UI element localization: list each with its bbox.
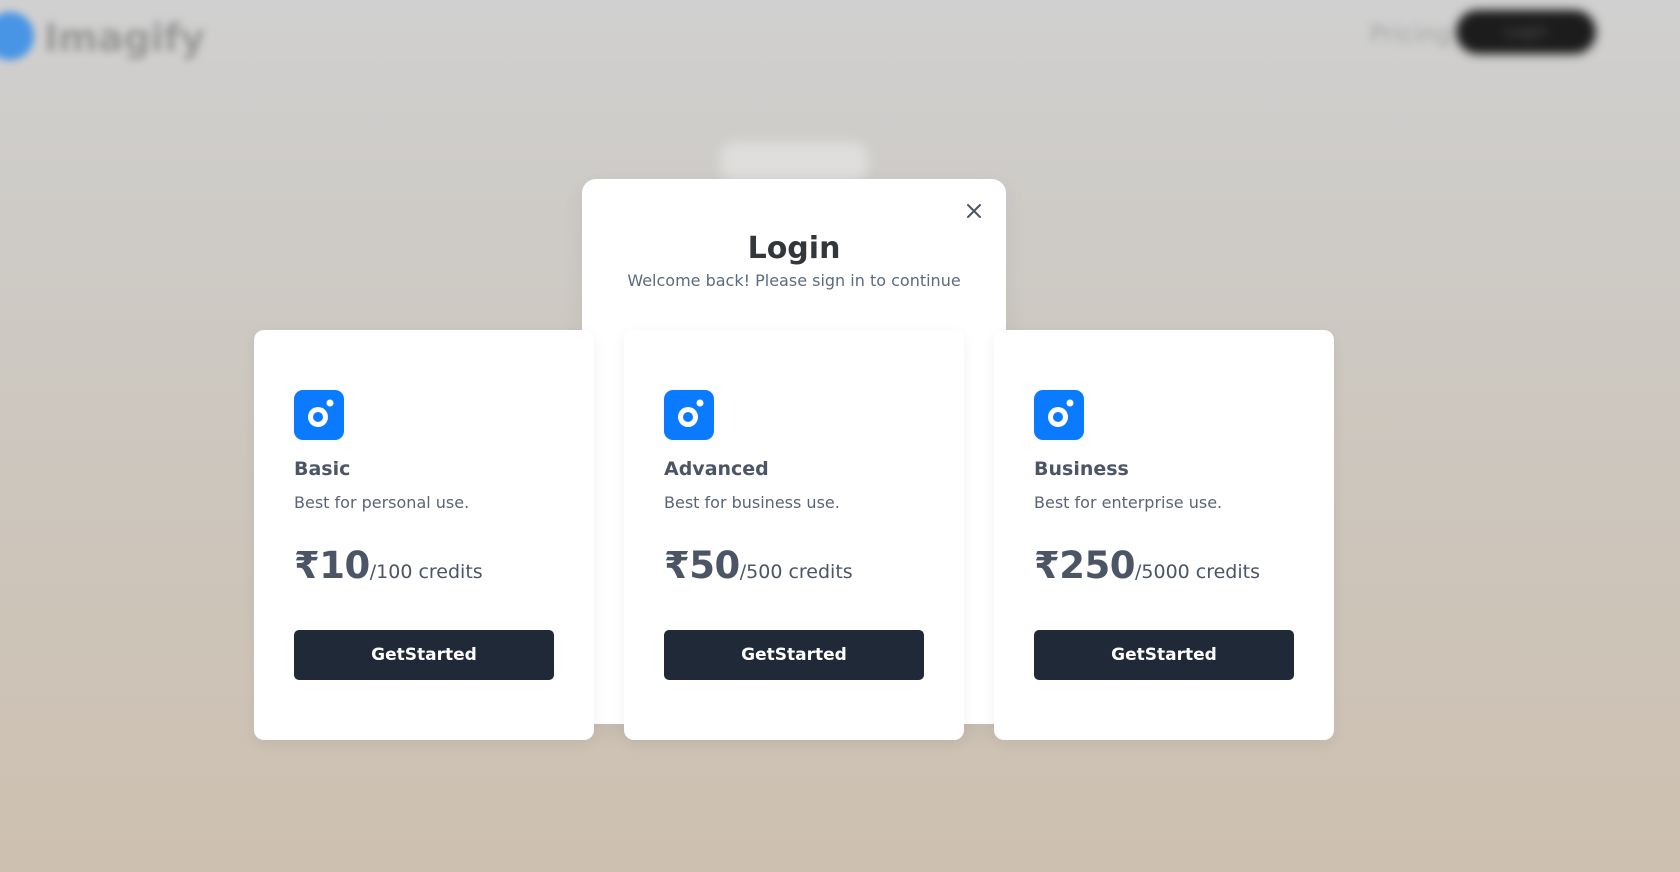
plan-price: ₹50/500 credits xyxy=(664,544,853,587)
plan-card-business: Business Best for enterprise use. ₹250/5… xyxy=(994,330,1334,740)
login-subtitle: Welcome back! Please sign in to continue xyxy=(627,271,961,290)
get-started-button[interactable]: GetStarted xyxy=(294,630,554,680)
camera-lens-icon xyxy=(1034,390,1084,440)
currency-symbol: ₹ xyxy=(294,544,320,587)
price-credits: /5000 credits xyxy=(1134,561,1260,583)
price-amount: 50 xyxy=(689,544,740,587)
plan-description: Best for personal use. xyxy=(294,493,470,512)
plan-price: ₹10/100 credits xyxy=(294,544,483,587)
background-header: Imagify Pricing Login xyxy=(0,0,1680,80)
camera-lens-icon xyxy=(294,390,344,440)
camera-lens-icon xyxy=(664,390,714,440)
brand-logo-icon xyxy=(0,12,34,60)
plan-description: Best for enterprise use. xyxy=(1034,493,1223,512)
plan-name: Business xyxy=(1034,458,1129,480)
currency-symbol: ₹ xyxy=(664,544,690,587)
plan-card-basic: Basic Best for personal use. ₹10/100 cre… xyxy=(254,330,594,740)
price-amount: 250 xyxy=(1059,544,1135,587)
brand-name: Imagify xyxy=(44,16,205,60)
background-badge xyxy=(720,142,868,182)
currency-symbol: ₹ xyxy=(1034,544,1060,587)
get-started-button[interactable]: GetStarted xyxy=(1034,630,1294,680)
nav-login-button: Login xyxy=(1456,10,1596,54)
close-button[interactable] xyxy=(960,197,988,225)
nav-pricing-link: Pricing xyxy=(1370,20,1451,48)
price-credits: /100 credits xyxy=(369,561,483,583)
plan-name: Basic xyxy=(294,458,351,480)
plan-name: Advanced xyxy=(664,458,769,480)
login-title: Login xyxy=(747,231,841,266)
close-icon xyxy=(967,204,981,218)
price-amount: 10 xyxy=(319,544,370,587)
price-credits: /500 credits xyxy=(739,561,853,583)
plan-card-advanced: Advanced Best for business use. ₹50/500 … xyxy=(624,330,964,740)
plan-description: Best for business use. xyxy=(664,493,840,512)
plan-price: ₹250/5000 credits xyxy=(1034,544,1260,587)
get-started-button[interactable]: GetStarted xyxy=(664,630,924,680)
